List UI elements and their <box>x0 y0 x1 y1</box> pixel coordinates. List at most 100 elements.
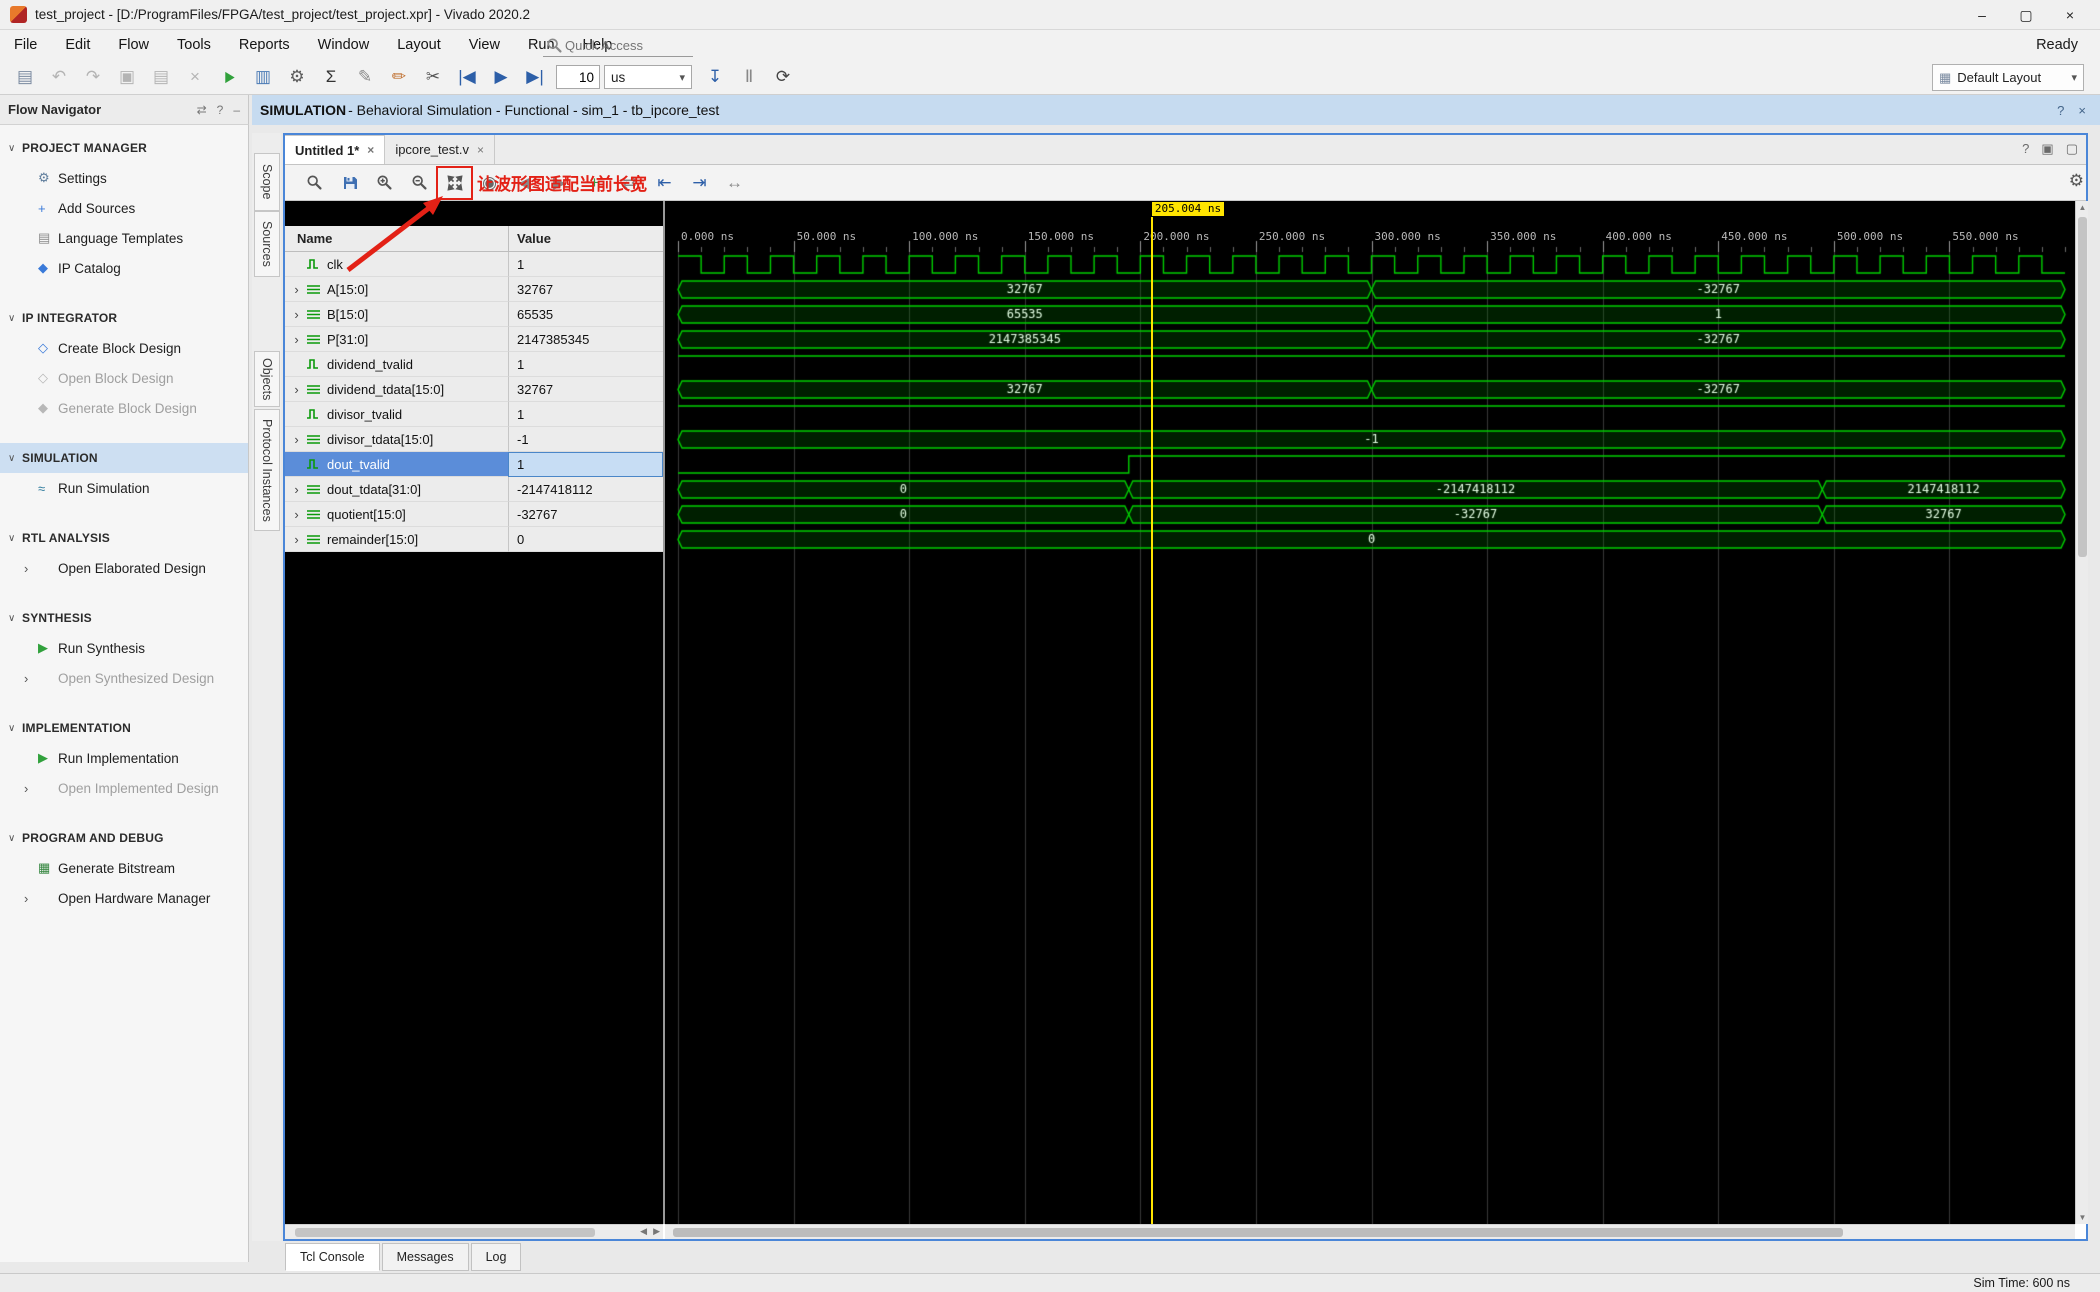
side-tab-sources[interactable]: Sources <box>254 211 280 277</box>
redo-icon[interactable]: ↷ <box>78 62 108 92</box>
flow-section-header-ip-integrator[interactable]: ∨ IP INTEGRATOR <box>0 303 248 333</box>
wave-settings-gear-icon[interactable]: ⚙ <box>2069 171 2084 191</box>
flow-item-language-templates[interactable]: ▤ Language Templates <box>0 223 248 253</box>
goto-last-icon[interactable]: ⇥ <box>682 167 717 199</box>
console-tab-log[interactable]: Log <box>470 1243 522 1271</box>
run-all-icon[interactable]: ▶ <box>486 62 516 92</box>
flow-item-settings[interactable]: ⚙ Settings <box>0 163 248 193</box>
expand-arrow-icon[interactable]: › <box>290 482 303 497</box>
flow-item-run-synthesis[interactable]: ▶ Run Synthesis <box>0 633 248 663</box>
maximize-icon[interactable]: ▢ <box>2066 141 2078 157</box>
signal-value-cell[interactable]: 32767 <box>508 277 663 302</box>
help-icon[interactable]: ? <box>2022 141 2029 157</box>
run-for-icon[interactable]: ▶| <box>520 62 550 92</box>
tab-ipcore-test-v[interactable]: ipcore_test.v × <box>385 135 496 164</box>
signal-row-dout-tdata-31-0[interactable]: › dout_tdata[31:0] -2147418112 <box>285 477 663 502</box>
step-icon[interactable]: ↧ <box>700 62 730 92</box>
signal-name-cell[interactable]: › quotient[15:0] <box>285 502 508 527</box>
maximize-button[interactable]: ▢ <box>2004 0 2048 30</box>
menu-tools[interactable]: Tools <box>163 30 225 60</box>
signal-value-cell[interactable]: -1 <box>508 427 663 452</box>
scroll-left-icon[interactable]: ◀ <box>640 1226 647 1237</box>
signal-row-b-15-0[interactable]: › B[15:0] 65535 <box>285 302 663 327</box>
menu-reports[interactable]: Reports <box>225 30 304 60</box>
signal-name-cell[interactable]: › B[15:0] <box>285 302 508 327</box>
flow-item-open-elaborated-design[interactable]: › Open Elaborated Design <box>0 553 248 583</box>
close-icon[interactable]: × <box>2078 103 2086 118</box>
flow-section-header-program-and-debug[interactable]: ∨ PROGRAM AND DEBUG <box>0 823 248 853</box>
signal-row-divisor-tdata-15-0[interactable]: › divisor_tdata[15:0] -1 <box>285 427 663 452</box>
waveform-canvas[interactable] <box>665 201 2075 1224</box>
paste-icon[interactable]: ▤ <box>146 62 176 92</box>
flow-section-header-synthesis[interactable]: ∨ SYNTHESIS <box>0 603 248 633</box>
flow-section-header-simulation[interactable]: ∨ SIMULATION <box>0 443 248 473</box>
signal-name-cell[interactable]: › dout_tdata[31:0] <box>285 477 508 502</box>
signal-value-cell[interactable]: 65535 <box>508 302 663 327</box>
vertical-scrollbar-thumb[interactable] <box>2078 217 2087 557</box>
scroll-down-icon[interactable]: ▼ <box>2076 1211 2089 1224</box>
signal-value-cell[interactable]: 1 <box>508 402 663 427</box>
side-tab-objects[interactable]: Objects <box>254 351 280 407</box>
close-icon[interactable]: × <box>367 143 374 157</box>
signal-value-cell[interactable]: -32767 <box>508 502 663 527</box>
signal-value-cell[interactable]: 32767 <box>508 377 663 402</box>
menu-file[interactable]: File <box>0 30 51 60</box>
signal-name-cell[interactable]: › dividend_tdata[15:0] <box>285 377 508 402</box>
signal-value-cell[interactable]: 1 <box>508 252 663 277</box>
time-unit-select[interactable]: us ▾ <box>604 65 692 89</box>
signal-row-divisor-tvalid[interactable]: divisor_tvalid 1 <box>285 402 663 427</box>
scroll-up-icon[interactable]: ▲ <box>2076 201 2089 214</box>
flow-section-header-project-manager[interactable]: ∨ PROJECT MANAGER <box>0 133 248 163</box>
flow-item-add-sources[interactable]: + Add Sources <box>0 193 248 223</box>
flow-item-open-block-design[interactable]: ◇ Open Block Design <box>0 363 248 393</box>
value-column-header[interactable]: Value <box>508 225 663 252</box>
expand-arrow-icon[interactable]: › <box>290 282 303 297</box>
signal-name-cell[interactable]: › remainder[15:0] <box>285 527 508 552</box>
restart-icon[interactable]: |◀ <box>452 62 482 92</box>
float-icon[interactable]: ▣ <box>2041 141 2053 157</box>
quick-access[interactable] <box>543 34 693 57</box>
signal-name-cell[interactable]: dividend_tvalid <box>285 352 508 377</box>
toggle-icon[interactable]: ⇄ <box>197 103 207 117</box>
signal-name-cell[interactable]: › A[15:0] <box>285 277 508 302</box>
fit-range-icon[interactable]: ↔ <box>717 167 752 199</box>
marker-icon[interactable]: ✏ <box>384 62 414 92</box>
minimize-icon[interactable]: – <box>233 103 240 117</box>
signal-row-quotient-15-0[interactable]: › quotient[15:0] -32767 <box>285 502 663 527</box>
tab-untitled-1[interactable]: Untitled 1* × <box>285 135 386 164</box>
time-cursor[interactable] <box>1150 217 1153 1224</box>
flow-item-ip-catalog[interactable]: ◆ IP Catalog <box>0 253 248 283</box>
help-icon[interactable]: ? <box>217 103 224 117</box>
signal-value-cell[interactable]: -2147418112 <box>508 477 663 502</box>
flow-item-open-synthesized-design[interactable]: › Open Synthesized Design <box>0 663 248 693</box>
pencil-icon[interactable]: ✎ <box>350 62 380 92</box>
help-icon[interactable]: ? <box>2057 103 2064 118</box>
expand-arrow-icon[interactable]: › <box>290 382 303 397</box>
wave-scrollbar-thumb[interactable] <box>673 1228 1843 1237</box>
flow-item-create-block-design[interactable]: ◇ Create Block Design <box>0 333 248 363</box>
layout-selector[interactable]: ▦ Default Layout ▾ <box>1932 64 2084 91</box>
delete-icon[interactable]: × <box>180 62 210 92</box>
close-button[interactable]: × <box>2048 0 2092 30</box>
settings-gear-icon[interactable]: ⚙ <box>282 62 312 92</box>
signal-row-remainder-15-0[interactable]: › remainder[15:0] 0 <box>285 527 663 552</box>
menu-view[interactable]: View <box>455 30 514 60</box>
simulation-time-input[interactable] <box>556 65 600 89</box>
signal-value-cell[interactable]: 0 <box>508 527 663 552</box>
menu-layout[interactable]: Layout <box>383 30 455 60</box>
menu-edit[interactable]: Edit <box>51 30 104 60</box>
quick-access-input[interactable] <box>565 37 685 53</box>
search-icon[interactable] <box>297 167 332 199</box>
signal-name-cell[interactable]: dout_tvalid <box>285 452 508 477</box>
menu-flow[interactable]: Flow <box>104 30 163 60</box>
flow-item-open-hardware-manager[interactable]: › Open Hardware Manager <box>0 883 248 913</box>
relaunch-icon[interactable]: ⟳ <box>768 62 798 92</box>
expand-arrow-icon[interactable]: › <box>290 307 303 322</box>
signal-row-dout-tvalid[interactable]: dout_tvalid 1 <box>285 452 663 477</box>
signal-name-cell[interactable]: › P[31:0] <box>285 327 508 352</box>
side-tab-protocol-instances[interactable]: Protocol Instances <box>254 409 280 531</box>
expand-arrow-icon[interactable]: › <box>290 532 303 547</box>
scroll-right-icon[interactable]: ▶ <box>653 1226 660 1237</box>
expand-arrow-icon[interactable]: › <box>290 507 303 522</box>
report-icon[interactable]: ▥ <box>248 62 278 92</box>
